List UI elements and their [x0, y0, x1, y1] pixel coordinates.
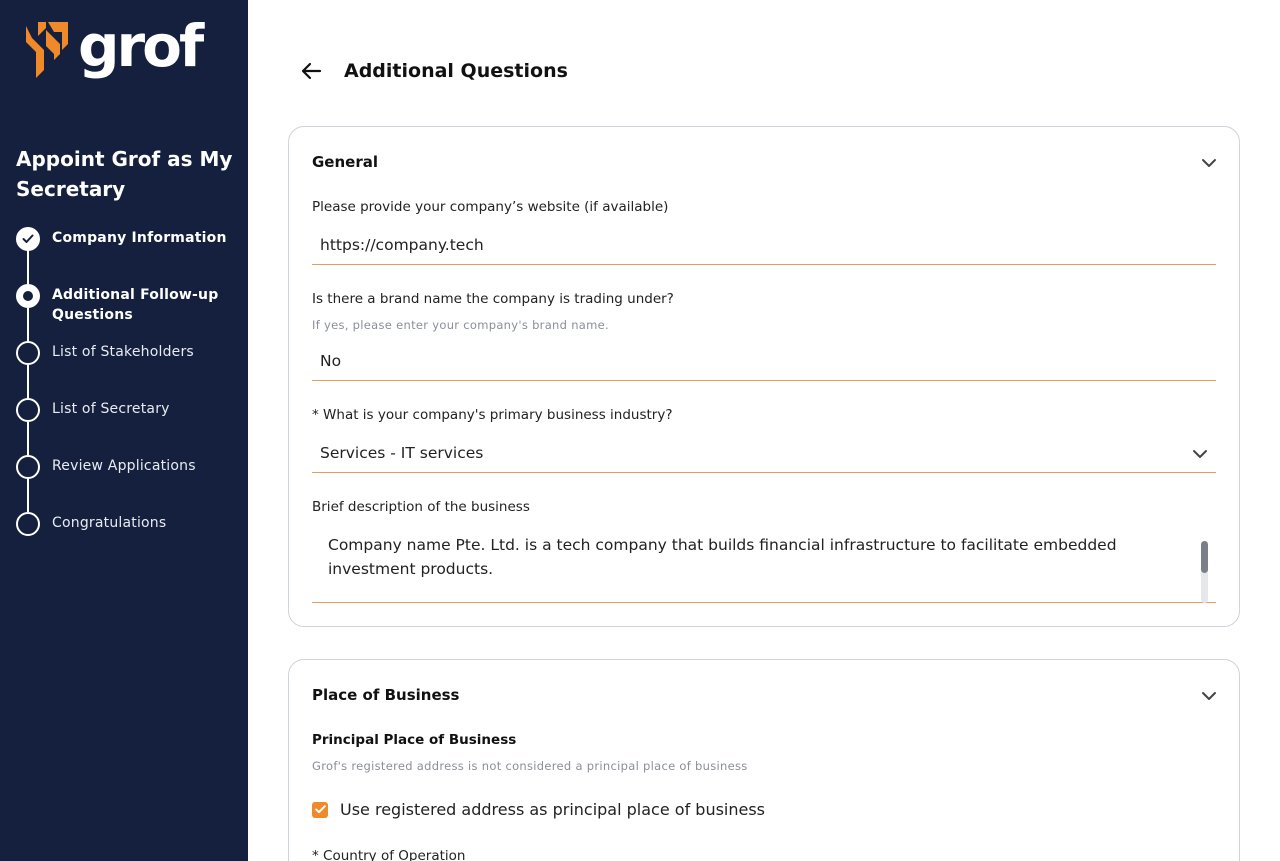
step-review-applications[interactable]: Review Applications — [16, 455, 236, 479]
arrow-left-icon[interactable] — [300, 56, 324, 86]
place-of-business-section: Place of Business Principal Place of Bus… — [288, 659, 1240, 861]
page-title: Additional Questions — [344, 60, 568, 82]
principal-place-title: Principal Place of Business — [312, 732, 517, 748]
website-input[interactable]: https://company.tech — [312, 233, 1216, 265]
empty-circle-icon — [16, 455, 40, 479]
step-label: Additional Follow-up Questions — [52, 287, 219, 323]
sidebar: grof Appoint Grof as My Secretary Compan… — [0, 0, 248, 861]
use-registered-address-checkbox[interactable] — [312, 801, 328, 818]
step-label: Congratulations — [52, 515, 167, 531]
empty-circle-icon — [16, 398, 40, 422]
logo-wordmark: grof — [78, 12, 204, 80]
active-step-icon — [16, 284, 40, 308]
step-label: List of Secretary — [52, 401, 170, 417]
website-value: https://company.tech — [320, 236, 484, 254]
use-registered-address-label: Use registered address as principal plac… — [340, 800, 766, 819]
empty-circle-icon — [16, 512, 40, 536]
section-title: Place of Business — [312, 686, 460, 704]
chevron-down-icon — [1193, 450, 1207, 458]
description-value: Company name Pte. Ltd. is a tech company… — [328, 536, 1117, 578]
brand-name-label: Is there a brand name the company is tra… — [312, 291, 674, 307]
empty-circle-icon — [16, 341, 40, 365]
brand-name-value: No — [320, 352, 342, 370]
step-list-of-stakeholders[interactable]: List of Stakeholders — [16, 341, 236, 365]
country-of-operation-label: * Country of Operation — [312, 848, 466, 861]
step-label: Company Information — [52, 230, 227, 246]
industry-value: Services - IT services — [320, 444, 484, 462]
scrollbar-thumb[interactable] — [1201, 541, 1208, 573]
step-connector — [27, 422, 29, 455]
description-label: Brief description of the business — [312, 499, 530, 515]
step-additional-follow-up-questions[interactable]: Additional Follow-up Questions — [16, 284, 236, 325]
step-connector — [27, 479, 29, 512]
step-label: List of Stakeholders — [52, 344, 194, 360]
step-connector — [27, 251, 29, 284]
chevron-down-icon[interactable] — [1201, 691, 1217, 701]
scrollbar[interactable] — [1201, 541, 1208, 603]
step-label: Review Applications — [52, 458, 196, 474]
brand-name-input[interactable]: No — [312, 349, 1216, 381]
grof-logo-mark-icon — [26, 22, 68, 78]
website-label: Please provide your company’s website (i… — [312, 199, 669, 215]
step-company-information[interactable]: Company Information — [16, 227, 236, 251]
step-connector — [27, 365, 29, 398]
step-list-of-secretary[interactable]: List of Secretary — [16, 398, 236, 422]
page-header: Additional Questions — [300, 56, 568, 86]
industry-label: * What is your company's primary busines… — [312, 407, 673, 423]
section-title: General — [312, 153, 378, 171]
step-congratulations[interactable]: Congratulations — [16, 512, 236, 536]
chevron-down-icon[interactable] — [1201, 158, 1217, 168]
principal-place-hint: Grof's registered address is not conside… — [312, 759, 748, 773]
brand-name-hint: If yes, please enter your company's bran… — [312, 318, 609, 332]
description-textarea[interactable]: Company name Pte. Ltd. is a tech company… — [312, 533, 1216, 603]
use-registered-address-checkbox-row[interactable]: Use registered address as principal plac… — [312, 800, 765, 819]
check-circle-icon — [16, 227, 40, 251]
grof-logo[interactable]: grof — [24, 16, 204, 80]
sidebar-title: Appoint Grof as My Secretary — [16, 147, 233, 201]
industry-select[interactable]: Services - IT services — [312, 441, 1216, 473]
general-section: General Please provide your company’s we… — [288, 126, 1240, 627]
